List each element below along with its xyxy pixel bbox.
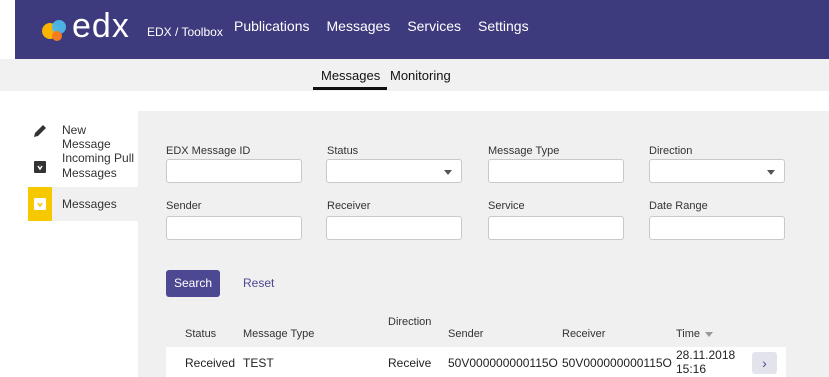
label-direction: Direction: [649, 145, 693, 157]
row-receiver: 50V000000000115O: [562, 356, 672, 370]
column-header-time-label: Time: [676, 328, 701, 340]
subtab-monitoring[interactable]: Monitoring: [390, 68, 451, 83]
label-edx-message-id: EDX Message ID: [166, 145, 251, 157]
receiver-input[interactable]: [326, 216, 462, 240]
top-navigation-bar: edx EDX / Toolbox Publications Messages …: [0, 0, 829, 59]
nav-settings[interactable]: Settings: [478, 18, 529, 34]
sidebar-item-label: Incoming Pull Messages: [62, 151, 135, 180]
sidebar-item-label: Messages: [62, 197, 117, 211]
logo-text: edx: [72, 7, 130, 45]
sidebar-item-label: New Message: [62, 123, 111, 151]
nav-services[interactable]: Services: [407, 18, 461, 34]
main-nav: Publications Messages Services Settings: [234, 18, 546, 34]
chevron-down-icon: [767, 170, 775, 175]
row-status: Received: [185, 356, 236, 370]
nav-publications[interactable]: Publications: [234, 18, 310, 34]
logo-dot-orange: [52, 31, 62, 41]
service-input[interactable]: [488, 216, 624, 240]
edx-logo[interactable]: edx: [40, 7, 140, 47]
search-button[interactable]: Search: [166, 270, 220, 297]
edx-message-id-input[interactable]: [166, 159, 302, 183]
date-range-input[interactable]: [649, 216, 785, 240]
sidebar-item-messages[interactable]: Messages: [28, 187, 138, 221]
column-header-receiver[interactable]: Receiver: [562, 328, 605, 340]
label-service: Service: [488, 200, 525, 212]
row-direction: Receive: [388, 356, 432, 370]
sub-navigation-bar: Messages Monitoring: [0, 59, 829, 91]
sidebar-item-new-message[interactable]: New Message: [28, 122, 138, 151]
nav-messages[interactable]: Messages: [327, 18, 391, 34]
inbox-icon: [34, 161, 46, 173]
column-header-status[interactable]: Status: [185, 328, 216, 340]
message-type-input[interactable]: [488, 159, 624, 183]
label-status: Status: [327, 145, 359, 157]
subtab-messages[interactable]: Messages: [312, 68, 388, 90]
label-date-range: Date Range: [649, 200, 708, 212]
column-header-direction[interactable]: Direction: [388, 316, 431, 328]
chevron-down-icon: [444, 170, 452, 175]
pencil-icon: [34, 125, 46, 137]
column-header-sender[interactable]: Sender: [448, 328, 483, 340]
row-message-type: TEST: [243, 356, 274, 370]
column-header-message-type[interactable]: Message Type: [243, 328, 314, 340]
chevron-right-icon: ›: [762, 355, 767, 371]
reset-button[interactable]: Reset: [243, 276, 274, 290]
sender-input[interactable]: [166, 216, 302, 240]
sidebar-item-incoming-pull-messages[interactable]: Incoming Pull Messages: [28, 151, 138, 183]
row-time-date: 28.11.2018: [676, 348, 736, 362]
app-subtitle: EDX / Toolbox: [147, 25, 223, 39]
row-open-button[interactable]: ›: [752, 352, 777, 374]
row-time-hour: 15:16: [676, 362, 707, 376]
sort-descending-icon: [705, 331, 714, 337]
row-time: 28.11.2018 15:16: [676, 348, 735, 376]
column-header-time[interactable]: Time: [676, 328, 714, 340]
label-sender: Sender: [166, 200, 202, 212]
direction-select[interactable]: [649, 159, 785, 183]
status-select[interactable]: [326, 159, 462, 183]
label-receiver: Receiver: [327, 200, 371, 212]
row-sender: 50V000000000115O: [448, 356, 558, 370]
inbox-icon: [34, 198, 46, 210]
top-bar-left-band: [0, 0, 15, 59]
label-message-type: Message Type: [488, 145, 560, 157]
